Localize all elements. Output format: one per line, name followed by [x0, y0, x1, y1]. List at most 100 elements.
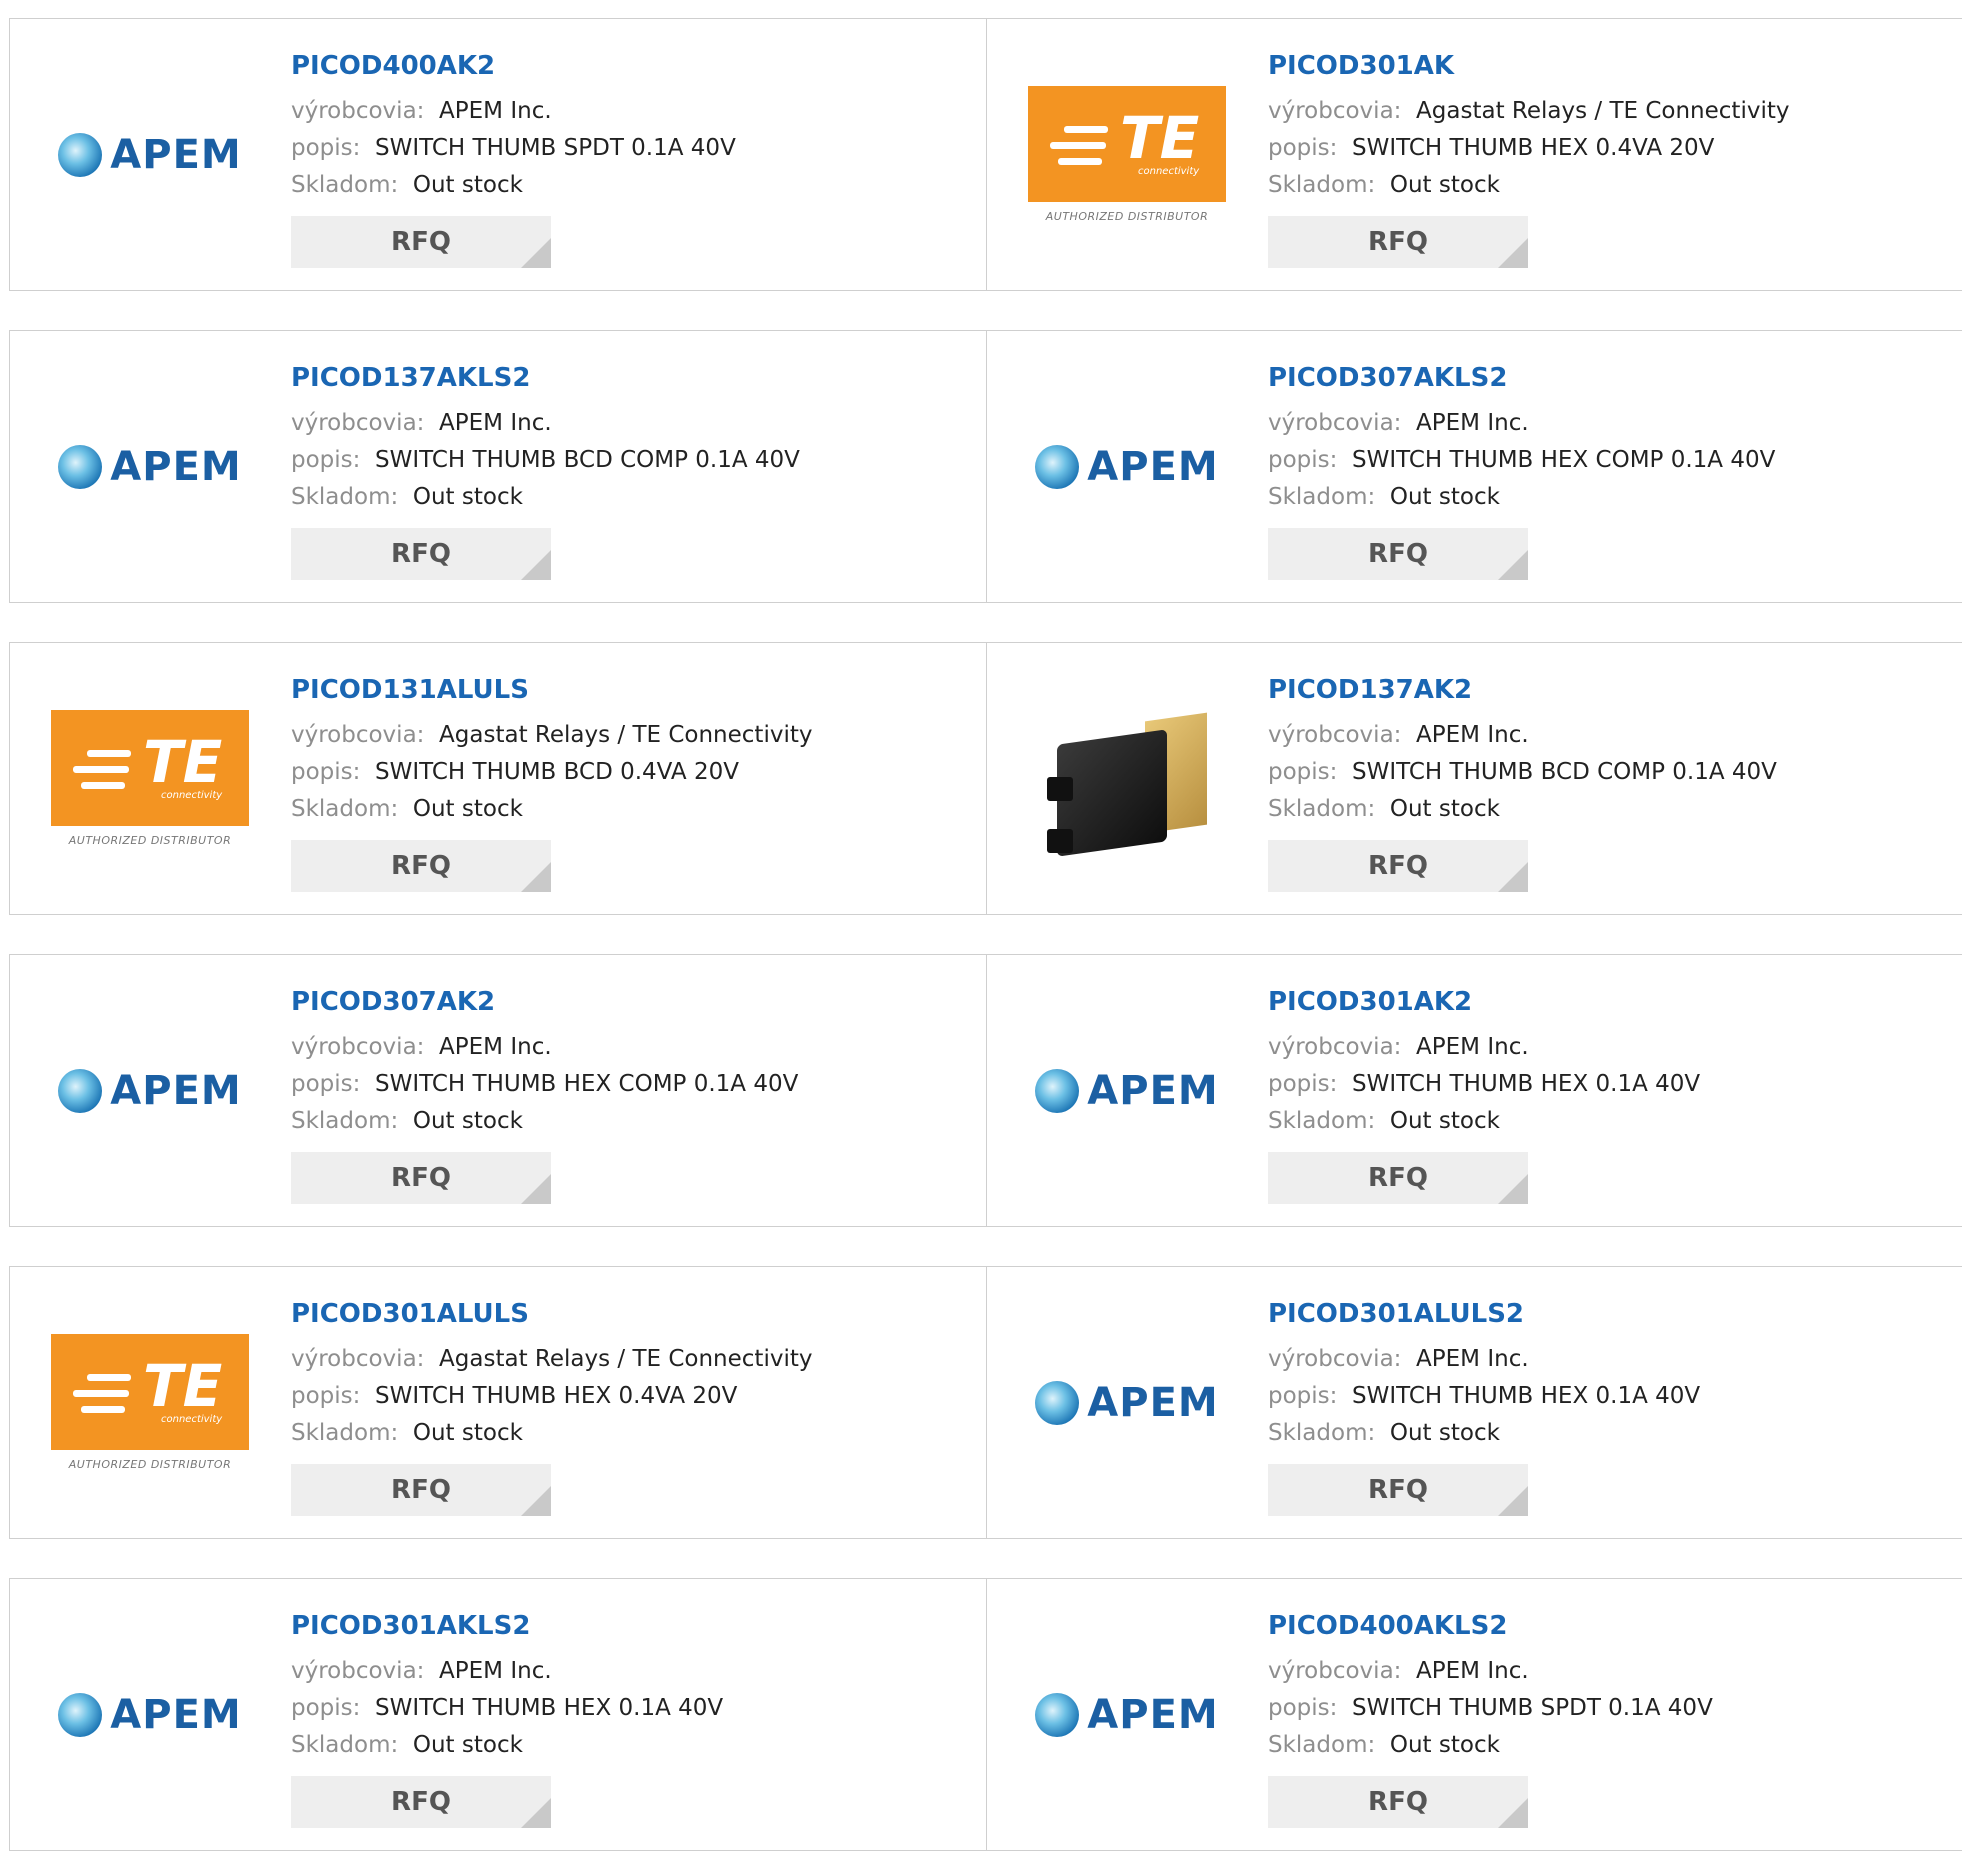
manufacturer-label: výrobcovia:	[291, 722, 425, 748]
manufacturer-row: výrobcovia: APEM Inc.	[1268, 1029, 1948, 1066]
description-label: popis:	[291, 1383, 361, 1409]
part-number-link[interactable]: PICOD301AKLS2	[291, 1609, 971, 1643]
part-number-link[interactable]: PICOD400AK2	[291, 49, 971, 83]
product-info: PICOD301AKLS2 výrobcovia: APEM Inc. popi…	[291, 1609, 971, 1828]
corner-triangle-icon	[521, 550, 551, 580]
apem-logo[interactable]: APEM	[58, 444, 241, 490]
part-number-link[interactable]: PICOD301ALULS	[291, 1297, 971, 1331]
rfq-label: RFQ	[1368, 851, 1428, 881]
apem-logo[interactable]: APEM	[1035, 1380, 1218, 1426]
apem-logo[interactable]: APEM	[58, 132, 241, 178]
apem-logo[interactable]: APEM	[1035, 1068, 1218, 1114]
rfq-button[interactable]: RFQ	[1268, 1776, 1528, 1828]
description-label: popis:	[291, 135, 361, 161]
rfq-button[interactable]: RFQ	[291, 216, 551, 268]
manufacturer-value: APEM Inc.	[1416, 722, 1529, 748]
stock-row: Skladom: Out stock	[291, 1415, 971, 1452]
product-logo-box: APEM	[50, 367, 250, 567]
corner-triangle-icon	[1498, 862, 1528, 892]
description-value: SWITCH THUMB HEX 0.1A 40V	[375, 1695, 724, 1721]
apem-logo-text: APEM	[1087, 1067, 1219, 1114]
manufacturer-value: Agastat Relays / TE Connectivity	[439, 1346, 813, 1372]
description-value: SWITCH THUMB BCD COMP 0.1A 40V	[1352, 759, 1777, 785]
stock-row: Skladom: Out stock	[1268, 1415, 1948, 1452]
rfq-button[interactable]: RFQ	[291, 528, 551, 580]
description-label: popis:	[1268, 1071, 1338, 1097]
part-number-link[interactable]: PICOD137AKLS2	[291, 361, 971, 395]
description-value: SWITCH THUMB SPDT 0.1A 40V	[375, 135, 736, 161]
authorized-distributor-text: AUTHORIZED DISTRIBUTOR	[68, 1458, 232, 1471]
rfq-button[interactable]: RFQ	[1268, 1152, 1528, 1204]
part-number-link[interactable]: PICOD301AK	[1268, 49, 1948, 83]
rfq-label: RFQ	[1368, 227, 1428, 257]
manufacturer-row: výrobcovia: APEM Inc.	[291, 93, 971, 130]
corner-triangle-icon	[521, 1174, 551, 1204]
part-number-link[interactable]: PICOD307AK2	[291, 985, 971, 1019]
stock-value: Out stock	[1389, 796, 1500, 822]
rfq-button[interactable]: RFQ	[291, 1152, 551, 1204]
stock-row: Skladom: Out stock	[291, 479, 971, 516]
apem-logo[interactable]: APEM	[58, 1068, 241, 1114]
stock-label: Skladom:	[291, 1420, 399, 1446]
stock-row: Skladom: Out stock	[291, 791, 971, 828]
manufacturer-row: výrobcovia: APEM Inc.	[291, 1653, 971, 1690]
rfq-label: RFQ	[1368, 539, 1428, 569]
rfq-button[interactable]: RFQ	[1268, 528, 1528, 580]
manufacturer-value: Agastat Relays / TE Connectivity	[439, 722, 813, 748]
te-connectivity-logo[interactable]: TE connectivity AUTHORIZED DISTRIBUTOR	[51, 710, 249, 847]
stock-label: Skladom:	[291, 484, 399, 510]
stock-label: Skladom:	[1268, 1732, 1376, 1758]
description-value: SWITCH THUMB BCD COMP 0.1A 40V	[375, 447, 800, 473]
manufacturer-value: APEM Inc.	[1416, 410, 1529, 436]
rfq-button[interactable]: RFQ	[1268, 1464, 1528, 1516]
part-number-link[interactable]: PICOD400AKLS2	[1268, 1609, 1948, 1643]
apem-logo-text: APEM	[110, 1067, 242, 1114]
product-logo-box: APEM	[1027, 991, 1227, 1191]
manufacturer-label: výrobcovia:	[1268, 98, 1402, 124]
product-card: APEM PICOD307AK2 výrobcovia: APEM Inc. p…	[9, 954, 987, 1227]
apem-globe-icon	[1035, 444, 1080, 489]
stock-value: Out stock	[412, 796, 523, 822]
stock-label: Skladom:	[291, 1108, 399, 1134]
description-row: popis: SWITCH THUMB SPDT 0.1A 40V	[291, 130, 971, 167]
apem-globe-icon	[1035, 1380, 1080, 1425]
manufacturer-row: výrobcovia: Agastat Relays / TE Connecti…	[291, 717, 971, 754]
rfq-button[interactable]: RFQ	[1268, 216, 1528, 268]
product-logo-box: APEM	[50, 991, 250, 1191]
product-card: APEM PICOD301AKLS2 výrobcovia: APEM Inc.…	[9, 1578, 987, 1851]
apem-logo[interactable]: APEM	[58, 1692, 241, 1738]
product-photo[interactable]	[1027, 679, 1227, 879]
product-card: APEM PICOD137AKLS2 výrobcovia: APEM Inc.…	[9, 330, 987, 603]
stock-row: Skladom: Out stock	[1268, 167, 1948, 204]
te-connectivity-logo[interactable]: TE connectivity AUTHORIZED DISTRIBUTOR	[1028, 86, 1226, 223]
te-connectivity-logo[interactable]: TE connectivity AUTHORIZED DISTRIBUTOR	[51, 1334, 249, 1471]
part-number-link[interactable]: PICOD131ALULS	[291, 673, 971, 707]
product-info: PICOD301ALULS výrobcovia: Agastat Relays…	[291, 1297, 971, 1516]
manufacturer-label: výrobcovia:	[291, 1346, 425, 1372]
apem-globe-icon	[58, 1068, 103, 1113]
part-number-link[interactable]: PICOD301ALULS2	[1268, 1297, 1948, 1331]
rfq-button[interactable]: RFQ	[291, 1464, 551, 1516]
part-number-link[interactable]: PICOD307AKLS2	[1268, 361, 1948, 395]
rfq-button[interactable]: RFQ	[1268, 840, 1528, 892]
corner-triangle-icon	[1498, 1174, 1528, 1204]
rfq-label: RFQ	[391, 851, 451, 881]
rfq-button[interactable]: RFQ	[291, 1776, 551, 1828]
product-logo-box: TE connectivity AUTHORIZED DISTRIBUTOR	[1027, 55, 1227, 255]
apem-logo-text: APEM	[1087, 1379, 1219, 1426]
part-number-link[interactable]: PICOD301AK2	[1268, 985, 1948, 1019]
part-number-link[interactable]: PICOD137AK2	[1268, 673, 1948, 707]
apem-logo[interactable]: APEM	[1035, 444, 1218, 490]
rfq-button[interactable]: RFQ	[291, 840, 551, 892]
corner-triangle-icon	[521, 1798, 551, 1828]
product-info: PICOD307AKLS2 výrobcovia: APEM Inc. popi…	[1268, 361, 1948, 580]
corner-triangle-icon	[521, 238, 551, 268]
manufacturer-value: APEM Inc.	[439, 410, 552, 436]
description-row: popis: SWITCH THUMB BCD COMP 0.1A 40V	[1268, 754, 1948, 791]
manufacturer-label: výrobcovia:	[1268, 1658, 1402, 1684]
stock-value: Out stock	[412, 1732, 523, 1758]
product-card: APEM PICOD400AK2 výrobcovia: APEM Inc. p…	[9, 18, 987, 291]
product-card: PICOD137AK2 výrobcovia: APEM Inc. popis:…	[986, 642, 1962, 915]
apem-logo[interactable]: APEM	[1035, 1692, 1218, 1738]
description-value: SWITCH THUMB SPDT 0.1A 40V	[1352, 1695, 1713, 1721]
